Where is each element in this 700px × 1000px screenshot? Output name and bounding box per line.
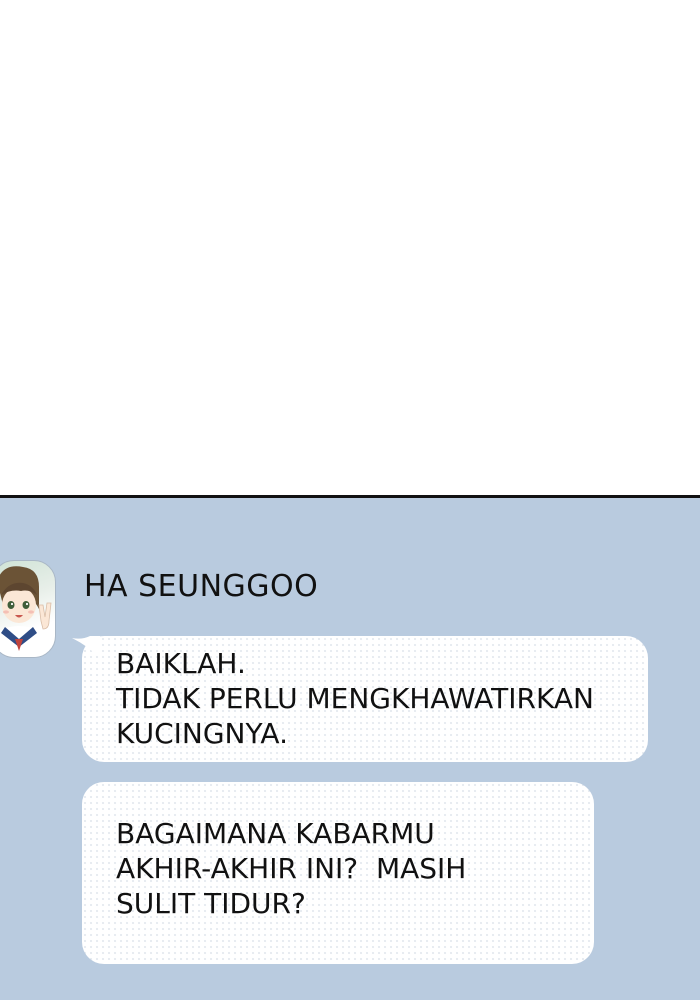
message-line: TIDAK PERLU MENGKHAWATIRKAN — [116, 682, 594, 715]
message-line: AKHIR-AKHIR INI? MASIH — [116, 852, 467, 885]
sender-name: HA SEUNGGOO — [84, 569, 319, 604]
avatar[interactable] — [0, 560, 56, 658]
blank-panel — [0, 0, 700, 495]
message-line: BAGAIMANA KABARMU — [116, 817, 435, 850]
bubble-tail — [72, 636, 100, 658]
comic-page: HA SEUNGGOO BAIKLAH. TIDAK PERLU MENGKHA… — [0, 0, 700, 1000]
message-line: BAIKLAH. — [116, 647, 246, 680]
message-bubble[interactable]: BAGAIMANA KABARMU AKHIR-AKHIR INI? MASIH… — [82, 782, 594, 964]
avatar-girl-icon — [0, 566, 52, 657]
message-line: SULIT TIDUR? — [116, 887, 306, 920]
message-bubble[interactable]: BAIKLAH. TIDAK PERLU MENGKHAWATIRKAN KUC… — [72, 636, 648, 762]
message-line: KUCINGNYA. — [116, 717, 288, 750]
chat-panel: HA SEUNGGOO BAIKLAH. TIDAK PERLU MENGKHA… — [0, 495, 700, 1000]
